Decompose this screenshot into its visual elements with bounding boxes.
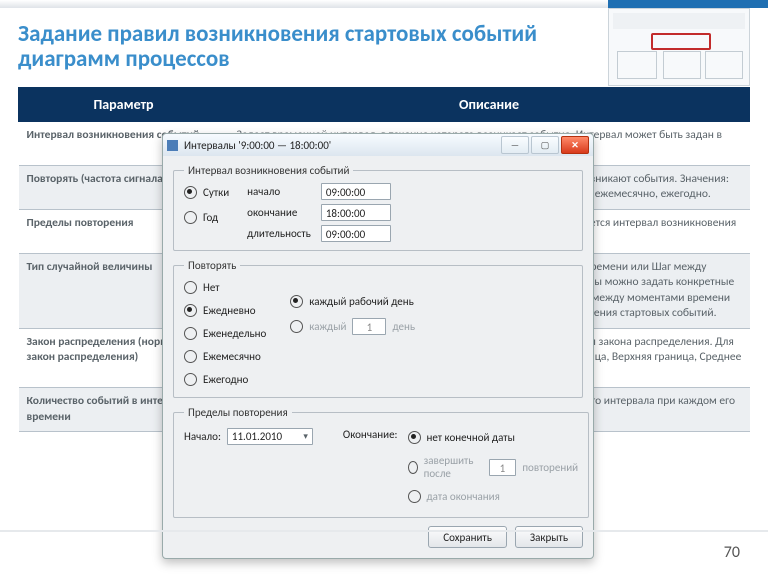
group-repeat-legend: Повторять [184, 259, 240, 272]
radio-each-n-label: каждый [309, 320, 346, 333]
maximize-button[interactable]: ▢ [531, 136, 559, 154]
radio-repeat-monthly[interactable] [184, 350, 197, 363]
intervals-dialog: Интервалы '9:00:00 — 18:00:00' — ▢ ✕ Инт… [162, 133, 594, 559]
dialog-title-text: Интервалы '9:00:00 — 18:00:00' [184, 139, 331, 152]
label-limits-start: Начало: [184, 430, 221, 443]
label-duration: длительность [247, 227, 311, 240]
end-after-unit: повторений [522, 461, 578, 474]
page-number: 70 [724, 543, 740, 562]
input-start-time[interactable]: 09:00:00 [321, 183, 391, 200]
radio-end-date[interactable] [408, 490, 421, 503]
radio-each-workday[interactable] [290, 295, 303, 308]
input-end-time[interactable]: 18:00:00 [321, 204, 391, 221]
radio-repeat-none-label: Нет [203, 281, 220, 294]
input-start-date[interactable]: 11.01.2010 [227, 428, 313, 445]
app-icon [167, 140, 178, 151]
radio-end-after[interactable] [408, 461, 418, 474]
minimize-button[interactable]: — [501, 136, 529, 154]
group-interval-legend: Интервал возникновения событий [184, 164, 353, 177]
radio-year[interactable] [184, 211, 197, 224]
radio-repeat-monthly-label: Ежемесячно [203, 350, 261, 363]
radio-year-label: Год [203, 211, 218, 224]
radio-repeat-yearly-label: Ежегодно [203, 373, 248, 386]
col-header-desc: Описание [229, 87, 750, 121]
radio-repeat-daily-label: Ежедневно [203, 304, 256, 317]
input-duration[interactable]: 09:00:00 [321, 225, 391, 242]
radio-repeat-weekly-label: Еженедельно [203, 327, 266, 340]
radio-repeat-daily[interactable] [184, 304, 197, 317]
input-each-n[interactable]: 1 [352, 318, 386, 335]
group-limits-legend: Пределы повторения [184, 406, 292, 419]
radio-each-workday-label: каждый рабочий день [309, 295, 413, 308]
radio-no-end-label: нет конечной даты [427, 431, 515, 444]
dialog-titlebar[interactable]: Интервалы '9:00:00 — 18:00:00' — ▢ ✕ [163, 134, 593, 156]
slide-title: Задание правил возникновения стартовых с… [18, 22, 558, 73]
group-limits: Пределы повторения Начало: 11.01.2010 Ок… [173, 406, 589, 518]
label-limits-end: Окончание: [343, 428, 398, 441]
group-interval: Интервал возникновения событий Сутки Год… [173, 164, 583, 251]
label-start: начало [247, 185, 311, 198]
radio-day[interactable] [184, 186, 197, 199]
each-n-unit: день [392, 320, 415, 333]
radio-end-date-label: дата окончания [427, 490, 500, 503]
col-header-param: Параметр [19, 87, 229, 121]
radio-end-after-label: завершить после [424, 454, 483, 480]
close-window-button[interactable]: ✕ [561, 136, 589, 154]
radio-no-end[interactable] [408, 431, 421, 444]
radio-repeat-none[interactable] [184, 281, 197, 294]
thumbnail-preview [608, 8, 750, 86]
radio-day-label: Сутки [203, 186, 229, 199]
radio-each-n[interactable] [290, 320, 303, 333]
group-repeat: Повторять Нет Ежедневно Еженедельно Ежем… [173, 259, 583, 398]
input-end-after-n[interactable]: 1 [489, 459, 517, 476]
label-end: окончание [247, 206, 311, 219]
radio-repeat-yearly[interactable] [184, 373, 197, 386]
radio-repeat-weekly[interactable] [184, 327, 197, 340]
